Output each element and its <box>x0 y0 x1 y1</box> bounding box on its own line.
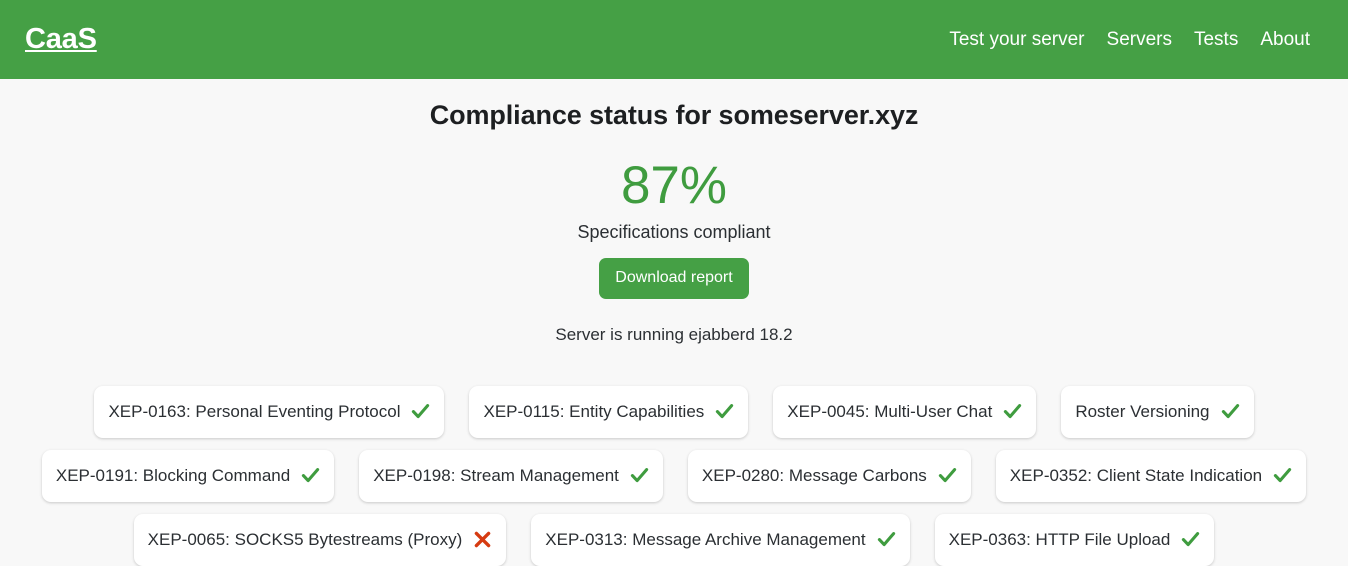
nav-link-test-your-server[interactable]: Test your server <box>949 30 1084 49</box>
specification-badge[interactable]: XEP-0352: Client State Indication <box>995 449 1307 502</box>
page-title: Compliance status for someserver.xyz <box>429 100 919 130</box>
specification-badge[interactable]: XEP-0115: Entity Capabilities <box>469 385 749 438</box>
specification-badge[interactable]: XEP-0198: Stream Management <box>359 449 663 502</box>
server-version-info: Server is running ejabberd 18.2 <box>555 324 793 344</box>
badge-row: XEP-0163: Personal Eventing Protocol XEP-… <box>0 385 1348 438</box>
badge-row: XEP-0065: SOCKS5 Bytestreams (Proxy) XEP-… <box>0 513 1348 566</box>
specification-badge-list: XEP-0163: Personal Eventing Protocol XEP-… <box>0 343 1348 566</box>
check-icon <box>715 402 734 421</box>
specification-badge-label: XEP-0363: HTTP File Upload <box>948 529 1171 549</box>
specification-badge-label: XEP-0115: Entity Capabilities <box>483 401 705 421</box>
check-icon <box>1221 402 1240 421</box>
main-content: Compliance status for someserver.xyz 87%… <box>0 79 1348 566</box>
check-icon <box>630 466 649 485</box>
specification-badge[interactable]: XEP-0045: Multi-User Chat <box>773 385 1037 438</box>
check-icon <box>301 466 320 485</box>
specification-badge-label: XEP-0191: Blocking Command <box>55 465 291 485</box>
specification-badge[interactable]: Roster Versioning <box>1061 385 1254 438</box>
compliance-score-caption: Specifications compliant <box>577 221 771 242</box>
specification-badge[interactable]: XEP-0363: HTTP File Upload <box>934 513 1215 566</box>
specification-badge-label: XEP-0352: Client State Indication <box>1009 465 1263 485</box>
primary-navigation: Test your server Servers Tests About <box>949 30 1324 49</box>
specification-badge-label: Roster Versioning <box>1075 401 1210 421</box>
specification-badge[interactable]: XEP-0163: Personal Eventing Protocol <box>94 385 445 438</box>
specification-badge[interactable]: XEP-0191: Blocking Command <box>41 449 335 502</box>
check-icon <box>1273 466 1292 485</box>
specification-badge-label: XEP-0198: Stream Management <box>373 465 619 485</box>
nav-link-about[interactable]: About <box>1260 30 1310 49</box>
check-icon <box>938 466 957 485</box>
download-report-button[interactable]: Download report <box>599 257 749 299</box>
specification-badge-label: XEP-0313: Message Archive Management <box>545 529 866 549</box>
specification-badge[interactable]: XEP-0313: Message Archive Management <box>531 513 910 566</box>
specification-badge-label: XEP-0045: Multi-User Chat <box>787 401 993 421</box>
specification-badge-label: XEP-0065: SOCKS5 Bytestreams (Proxy) <box>147 529 463 549</box>
nav-link-tests[interactable]: Tests <box>1194 30 1238 49</box>
specification-badge[interactable]: XEP-0280: Message Carbons <box>687 449 971 502</box>
brand-logo[interactable]: CaaS <box>24 25 97 54</box>
navbar: CaaS Test your server Servers Tests Abou… <box>0 0 1348 79</box>
download-report-wrap: Download report <box>0 241 1348 299</box>
specification-badge-label: XEP-0163: Personal Eventing Protocol <box>108 401 401 421</box>
cross-icon <box>473 530 492 549</box>
check-icon <box>1181 530 1200 549</box>
specification-badge-label: XEP-0280: Message Carbons <box>701 465 927 485</box>
check-icon <box>877 530 896 549</box>
check-icon <box>1003 402 1022 421</box>
check-icon <box>411 402 430 421</box>
compliance-score: 87% <box>620 156 728 215</box>
nav-link-servers[interactable]: Servers <box>1107 30 1172 49</box>
badge-row: XEP-0191: Blocking Command XEP-0198: Stre… <box>0 449 1348 502</box>
specification-badge[interactable]: XEP-0065: SOCKS5 Bytestreams (Proxy) <box>133 513 507 566</box>
